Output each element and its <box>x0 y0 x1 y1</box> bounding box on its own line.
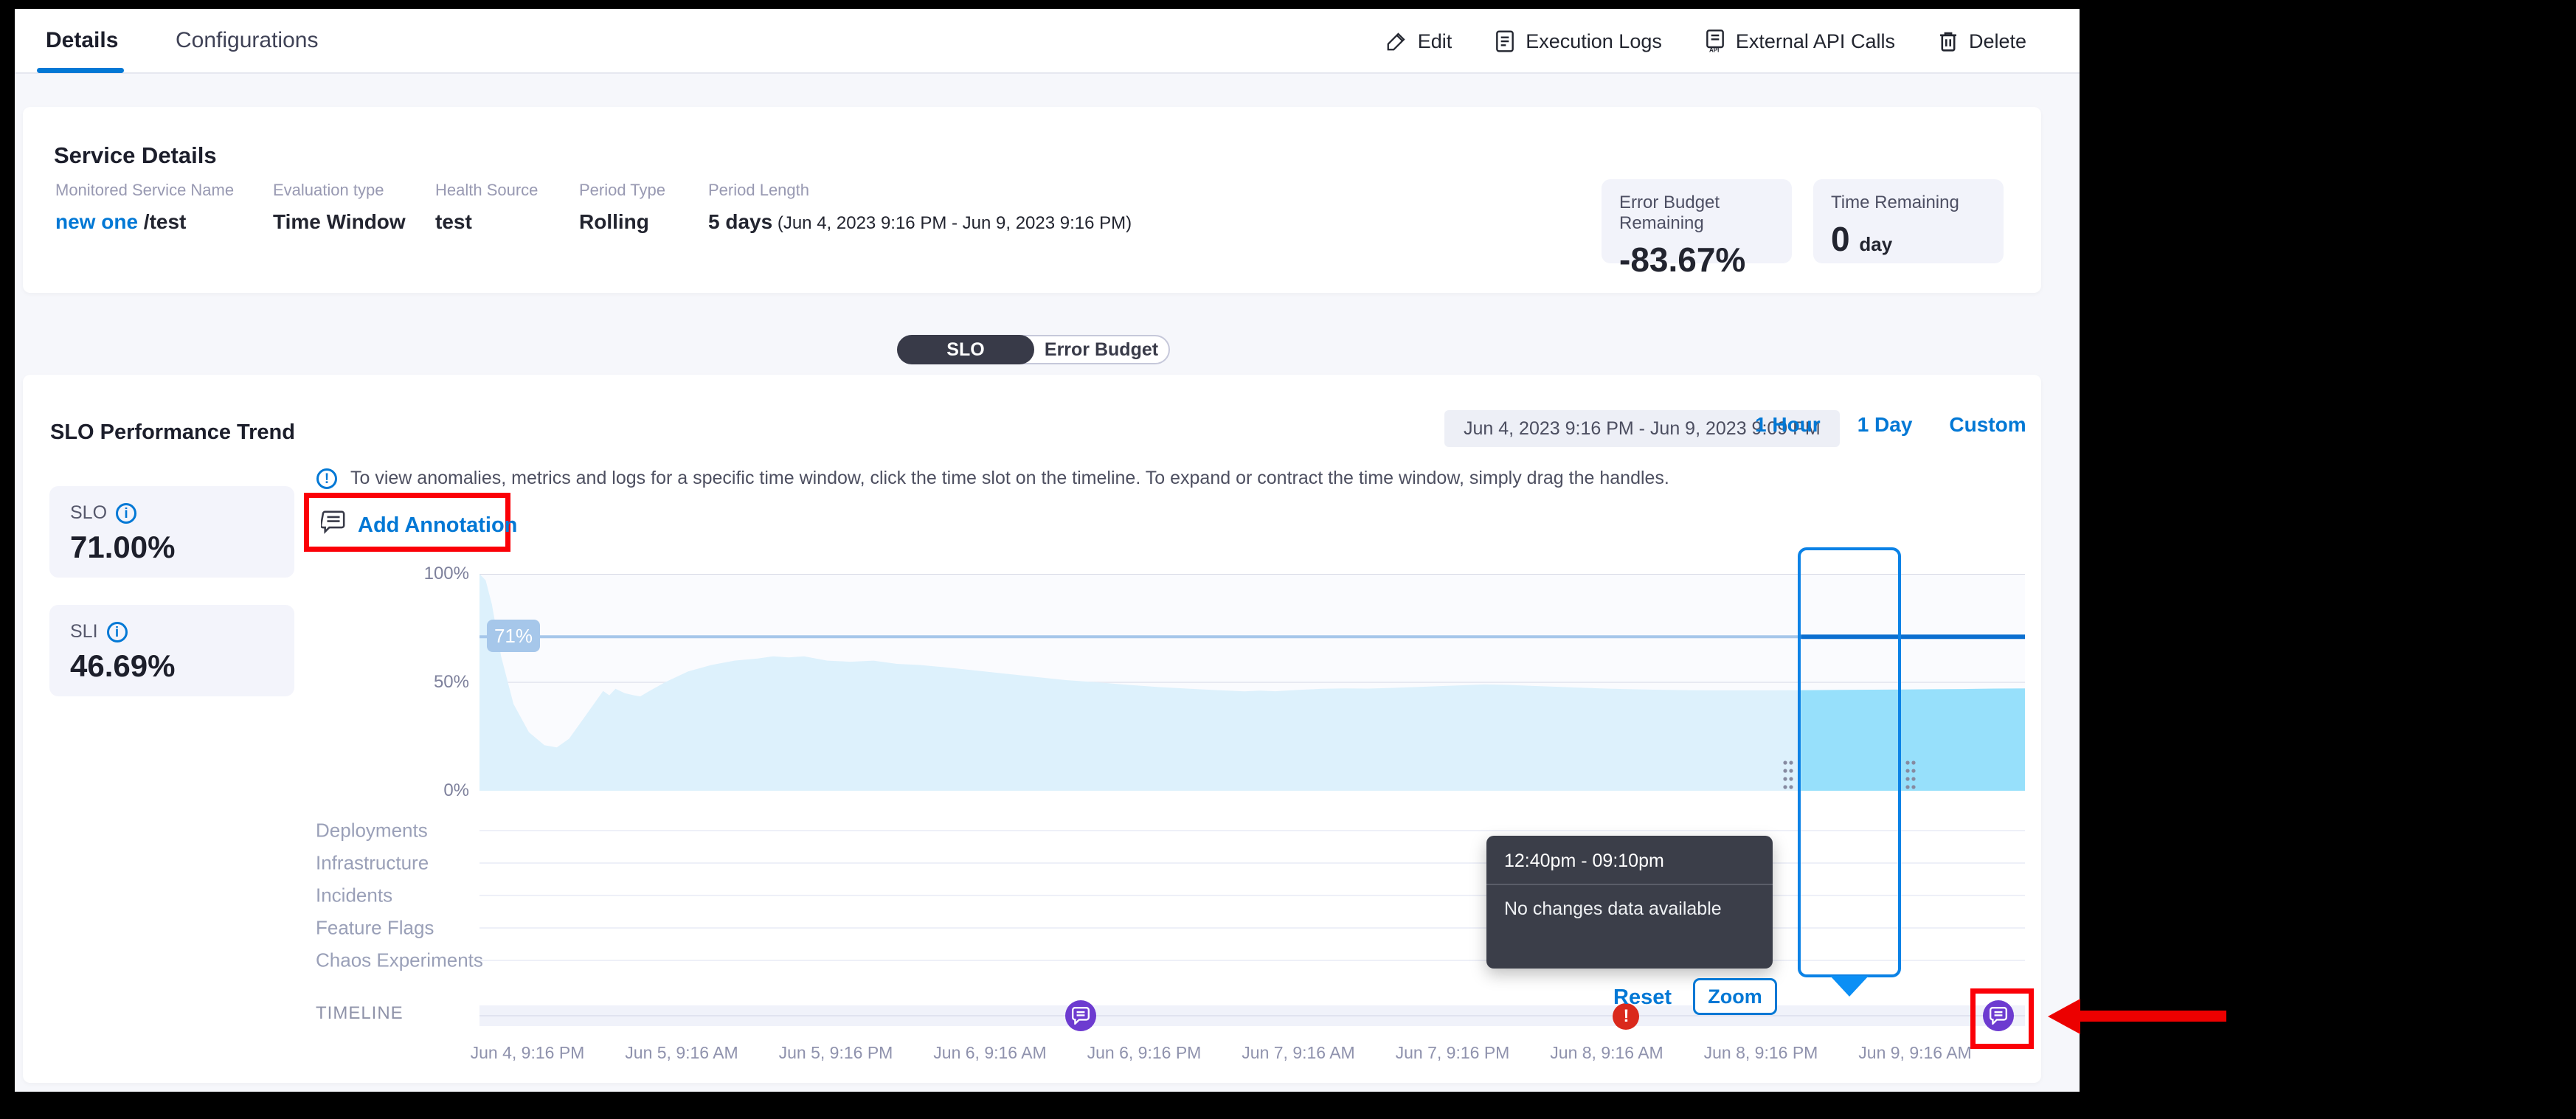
x-tick-1: Jun 5, 9:16 AM <box>608 1043 755 1063</box>
row-label-infrastructure: Infrastructure <box>316 852 429 875</box>
annotation-marker-icon[interactable] <box>1065 1000 1096 1031</box>
reset-button[interactable]: Reset <box>1613 985 1672 1010</box>
toggle-option-slo[interactable]: SLO <box>897 335 1034 364</box>
selection-drag-handle-right[interactable] <box>1904 758 1917 791</box>
row-gridline <box>479 960 2025 961</box>
toggle-option-error-budget[interactable]: Error Budget <box>1034 336 1168 363</box>
range-button-1-day[interactable]: 1 Day <box>1857 413 1913 437</box>
execution-logs-button[interactable]: Execution Logs <box>1495 30 1662 53</box>
row-label-feature-flags: Feature Flags <box>316 917 434 940</box>
highlight-arrow-head <box>2048 999 2080 1034</box>
tooltip-time-range: 12:40pm - 09:10pm <box>1486 836 1773 884</box>
y-tick-100: 100% <box>410 564 469 584</box>
external-api-calls-button[interactable]: API External API Calls <box>1705 30 1895 53</box>
service-field-1: Evaluation typeTime Window <box>273 181 406 234</box>
row-gridline <box>479 830 2025 831</box>
slo-value: 71.00% <box>70 530 274 565</box>
info-icon[interactable]: i <box>116 503 136 524</box>
y-tick-0: 0% <box>410 780 469 801</box>
timeline-track[interactable] <box>479 1005 2025 1026</box>
timeline-label: TIMELINE <box>316 1003 404 1024</box>
tab-configurations[interactable]: Configurations <box>176 9 318 72</box>
selection-drag-handle-left[interactable] <box>1782 758 1795 791</box>
x-tick-2: Jun 5, 9:16 PM <box>762 1043 910 1063</box>
tab-details[interactable]: Details <box>46 9 118 72</box>
slo-stat-card: SLOi 71.00% <box>49 486 294 578</box>
x-tick-5: Jun 7, 9:16 AM <box>1225 1043 1372 1063</box>
x-tick-0: Jun 4, 9:16 PM <box>454 1043 601 1063</box>
x-tick-8: Jun 8, 9:16 PM <box>1687 1043 1835 1063</box>
range-button-1-hour[interactable]: 1 Hour <box>1755 413 1821 437</box>
edit-button[interactable]: Edit <box>1385 30 1453 53</box>
delete-button[interactable]: Delete <box>1938 30 2026 53</box>
row-gridline <box>479 862 2025 864</box>
tab-bar: Details Configurations Edit Execution Lo… <box>15 9 2080 74</box>
slo-errorbudget-toggle: SLO Error Budget <box>897 335 1170 364</box>
row-gridline <box>479 895 2025 896</box>
row-label-deployments: Deployments <box>316 820 428 842</box>
header-actions: Edit Execution Logs API External API Cal… <box>1385 9 2026 74</box>
info-banner: ! To view anomalies, metrics and logs fo… <box>316 468 1669 489</box>
info-icon[interactable]: i <box>107 622 128 642</box>
add-annotation-button[interactable]: Add Annotation <box>321 510 517 540</box>
sli-value: 46.69% <box>70 648 274 684</box>
svg-text:API: API <box>1709 47 1719 53</box>
monitored-service-link[interactable]: new one <box>55 210 138 233</box>
error-budget-remaining-chip: Error Budget Remaining -83.67% <box>1602 179 1792 263</box>
service-field-0: Monitored Service Namenew one /test <box>55 181 234 234</box>
service-details-card: Service Details Monitored Service Namene… <box>23 107 2041 293</box>
row-gridline <box>479 927 2025 929</box>
y-tick-50: 50% <box>410 672 469 693</box>
row-label-chaos-experiments: Chaos Experiments <box>316 949 483 972</box>
selection-pointer-icon <box>1830 976 1869 997</box>
changes-tooltip: 12:40pm - 09:10pm No changes data availa… <box>1486 836 1773 969</box>
comment-bubble-icon <box>321 510 346 540</box>
zoom-button[interactable]: Zoom <box>1693 978 1777 1015</box>
x-tick-9: Jun 9, 9:16 AM <box>1841 1043 1989 1063</box>
sli-stat-card: SLIi 46.69% <box>49 605 294 696</box>
info-icon: ! <box>316 468 337 489</box>
range-buttons: 1 Hour 1 Day Custom <box>1755 413 2026 437</box>
error-budget-remaining-value: -83.67% <box>1619 240 1774 280</box>
tooltip-message: No changes data available <box>1486 885 1773 933</box>
x-tick-4: Jun 6, 9:16 PM <box>1070 1043 1218 1063</box>
slo-performance-trend-card: SLO Performance Trend Jun 4, 2023 9:16 P… <box>23 375 2041 1083</box>
highlight-arrow <box>2079 1011 2226 1022</box>
target-line-label: 71% <box>487 620 540 652</box>
service-field-2: Health Sourcetest <box>435 181 538 234</box>
time-remaining-chip: Time Remaining 0 day <box>1813 179 2004 263</box>
x-tick-7: Jun 8, 9:16 AM <box>1533 1043 1680 1063</box>
trend-title: SLO Performance Trend <box>50 420 295 445</box>
service-field-3: Period TypeRolling <box>579 181 665 234</box>
service-field-4: Period Length5 days (Jun 4, 2023 9:16 PM… <box>708 181 1132 234</box>
x-tick-3: Jun 6, 9:16 AM <box>916 1043 1064 1063</box>
document-icon <box>1495 30 1515 53</box>
pencil-icon <box>1385 30 1408 52</box>
active-tab-indicator <box>37 68 124 73</box>
time-remaining-value: 0 day <box>1831 219 1986 259</box>
highlight-box-annotation-marker <box>1970 988 2034 1049</box>
row-label-incidents: Incidents <box>316 884 392 907</box>
trash-icon <box>1938 30 1959 52</box>
api-document-icon: API <box>1705 30 1725 53</box>
time-window-selection[interactable] <box>1798 547 1901 977</box>
service-details-title: Service Details <box>54 142 217 169</box>
range-button-custom[interactable]: Custom <box>1949 413 2026 437</box>
slo-details-page: Details Configurations Edit Execution Lo… <box>15 9 2080 1092</box>
x-tick-6: Jun 7, 9:16 PM <box>1379 1043 1526 1063</box>
